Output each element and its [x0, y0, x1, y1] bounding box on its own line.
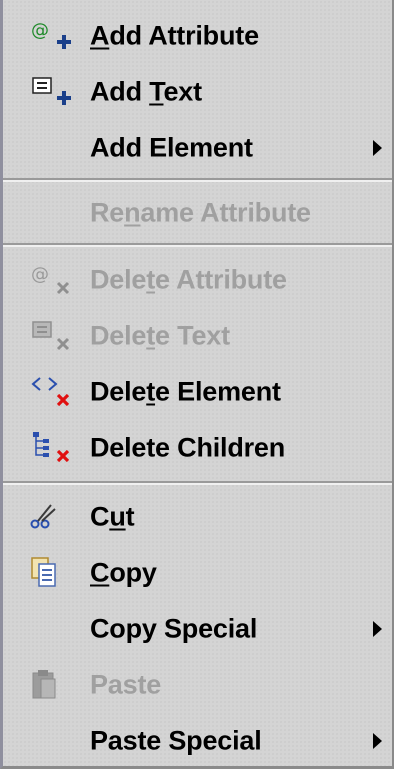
menu-item-label: Copy Special	[90, 613, 258, 644]
scissors-icon	[30, 504, 56, 529]
menu-item-label: Add Attribute	[90, 20, 259, 51]
paste-icon	[32, 670, 56, 699]
menu-item-delete-attribute[interactable]: @ Delete Attribute	[3, 252, 392, 308]
menu-item-label: Delete Text	[90, 320, 230, 351]
children-delete-icon	[33, 432, 70, 463]
menu-separator	[3, 481, 392, 485]
svg-text:@: @	[31, 20, 49, 41]
menu-item-add-text[interactable]: Add Text	[3, 64, 392, 120]
menu-item-label: Cut	[90, 501, 135, 532]
text-add-icon	[32, 77, 71, 105]
menu-item-copy[interactable]: Copy	[3, 545, 392, 601]
text-delete-icon	[32, 321, 70, 351]
menu-item-label: Rename Attribute	[90, 197, 311, 228]
copy-icon	[31, 557, 56, 587]
attribute-delete-icon: @	[31, 264, 70, 295]
submenu-arrow-icon	[373, 140, 382, 156]
menu-item-add-attribute[interactable]: @ Add Attribute	[3, 8, 392, 64]
menu-item-delete-element[interactable]: Delete Element	[3, 364, 392, 420]
menu-item-label: Paste Special	[90, 725, 262, 756]
menu-item-paste-special[interactable]: Paste Special	[3, 713, 392, 769]
submenu-arrow-icon	[373, 733, 382, 749]
menu-item-add-element[interactable]: Add Element	[3, 120, 392, 176]
context-menu: @ Add Attribute Add Text Add Element Ren…	[0, 0, 394, 769]
svg-text:@: @	[31, 264, 49, 285]
submenu-arrow-icon	[373, 621, 382, 637]
menu-item-delete-text[interactable]: Delete Text	[3, 308, 392, 364]
attribute-add-icon: @	[31, 20, 71, 49]
menu-item-label: Add Text	[90, 76, 202, 107]
menu-separator	[3, 178, 392, 182]
menu-item-label: Delete Element	[90, 376, 281, 407]
menu-item-label: Copy	[90, 557, 157, 588]
menu-item-label: Delete Children	[90, 432, 286, 463]
menu-item-label: Add Element	[90, 132, 253, 163]
menu-item-label: Delete Attribute	[90, 264, 287, 295]
menu-separator	[3, 243, 392, 247]
menu-item-cut[interactable]: Cut	[3, 489, 392, 545]
menu-item-label: Paste	[90, 669, 162, 700]
menu-item-copy-special[interactable]: Copy Special	[3, 601, 392, 657]
menu-item-delete-children[interactable]: Delete Children	[3, 420, 392, 476]
menu-item-rename-attribute[interactable]: Rename Attribute	[3, 185, 392, 241]
element-delete-icon	[31, 377, 70, 407]
menu-item-paste[interactable]: Paste	[3, 657, 392, 713]
